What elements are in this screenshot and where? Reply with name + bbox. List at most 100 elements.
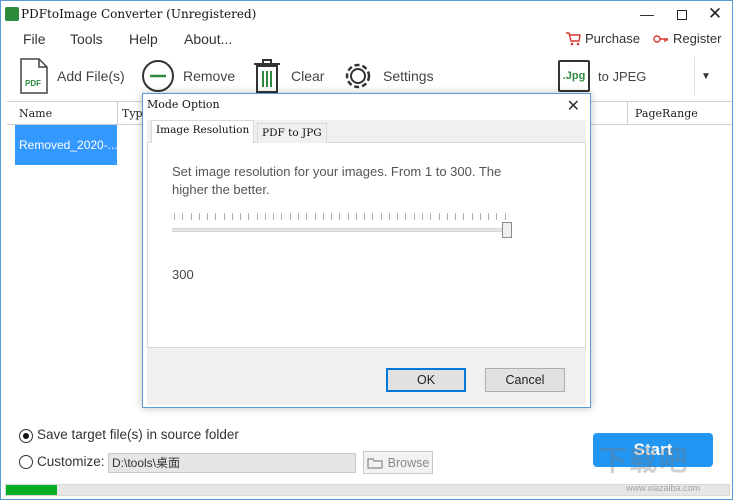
remove-label: Remove [183,68,236,84]
slider-tick [471,213,473,220]
cart-icon [566,31,581,45]
slider-ticks [174,213,506,223]
slider-tick [388,213,390,220]
folder-icon [367,457,383,469]
close-button[interactable]: ✕ [698,1,732,27]
format-selector[interactable]: .Jpg to JPEG [558,57,646,95]
column-name[interactable]: Name [19,107,52,120]
progress-fill [6,485,57,495]
format-dropdown-button[interactable]: ▼ [701,67,715,82]
chevron-down-icon: ▼ [701,71,711,82]
slider-track [172,228,510,232]
resolution-value: 300 [172,267,194,282]
slider-tick [198,213,200,220]
resolution-slider[interactable] [172,213,512,243]
tab-image-resolution[interactable]: Image Resolution [151,120,255,144]
slider-tick [190,213,192,220]
slider-tick [355,213,357,220]
resolution-description: Set image resolution for your images. Fr… [172,164,502,197]
slider-tick [405,213,407,220]
dialog-close-button[interactable]: ✕ [567,96,580,116]
watermark-logo: 下载吧 [599,445,690,476]
slider-tick [174,213,175,220]
file-name: Removed_2020-... [19,138,117,152]
dialog-title: Mode Option [147,98,220,111]
remove-button[interactable]: Remove [141,57,235,95]
format-label: to JPEG [598,68,647,84]
slider-tick [372,213,374,220]
column-type[interactable]: Typ [122,107,143,120]
minimize-button[interactable]: — [630,1,664,27]
table-row[interactable]: Removed_2020-... [15,125,117,165]
clear-label: Clear [291,68,325,84]
slider-tick [281,213,283,220]
menu-help[interactable]: Help [129,31,158,47]
register-link[interactable]: Register [653,31,721,46]
svg-text:PDF: PDF [25,79,41,88]
format-separator [694,57,695,95]
menu-about[interactable]: About... [184,31,232,47]
slider-tick [430,213,432,220]
menu-tools[interactable]: Tools [70,31,103,47]
settings-label: Settings [383,68,434,84]
slider-tick [347,213,349,220]
column-page-range[interactable]: PageRange [635,107,698,120]
slider-tick [504,213,506,220]
customize-label: Customize: [37,454,105,469]
slider-tick [397,213,399,220]
settings-button[interactable]: Settings [341,57,434,95]
tab-strip: Image Resolution PDF to JPG [147,120,586,144]
purchase-link[interactable]: Purchase [565,31,640,46]
purchase-label: Purchase [585,31,640,46]
slider-tick [421,213,423,220]
gear-icon [345,63,371,89]
slider-tick [496,213,498,220]
slider-thumb[interactable] [502,222,512,238]
column-separator [117,102,118,125]
maximize-button[interactable] [665,1,699,27]
slider-tick [240,213,242,220]
key-icon [653,34,668,43]
slider-tick [314,213,316,220]
cancel-button[interactable]: Cancel [485,368,565,392]
app-logo-icon [5,7,19,21]
slider-tick [488,213,490,220]
slider-tick [413,213,415,220]
window-title: PDFtoImage Converter (Unregistered) [21,7,257,21]
slider-tick [231,213,233,220]
slider-tick [306,213,308,220]
slider-tick [331,213,333,220]
slider-tick [364,213,366,220]
slider-tick [289,213,291,220]
customize-radio[interactable] [19,455,33,469]
slider-tick [264,213,266,220]
dialog-body: Image Resolution PDF to JPG Set image re… [147,120,586,405]
slider-tick [463,213,465,220]
maximize-icon [677,10,687,21]
slider-tick [207,213,209,220]
slider-tick [256,213,258,220]
slider-tick [446,213,448,220]
slider-tick [438,213,440,220]
watermark-url: www.xiazaiba.com [626,483,701,493]
column-separator [627,102,628,125]
pdf-file-icon: PDF [20,58,48,94]
progress-bar [5,484,730,496]
add-files-button[interactable]: PDF Add File(s) [19,57,125,95]
jpg-format-icon: .Jpg [558,60,590,92]
output-path-field[interactable]: D:\tools\桌面 [108,453,356,473]
browse-label: Browse [387,455,430,470]
resolution-panel: Set image resolution for your images. Fr… [147,143,586,348]
slider-tick [380,213,382,220]
add-files-label: Add File(s) [57,68,125,84]
slider-tick [273,213,275,220]
clear-button[interactable]: Clear [251,57,324,95]
ok-button[interactable]: OK [386,368,466,392]
mode-option-dialog: Mode Option ✕ Image Resolution PDF to JP… [142,93,591,408]
browse-button[interactable]: Browse [363,451,433,474]
save-source-radio[interactable] [19,429,33,443]
menu-file[interactable]: File [23,31,46,47]
slider-tick [339,213,341,220]
tab-pdf-to-jpg[interactable]: PDF to JPG [257,123,327,143]
register-label: Register [673,31,722,46]
